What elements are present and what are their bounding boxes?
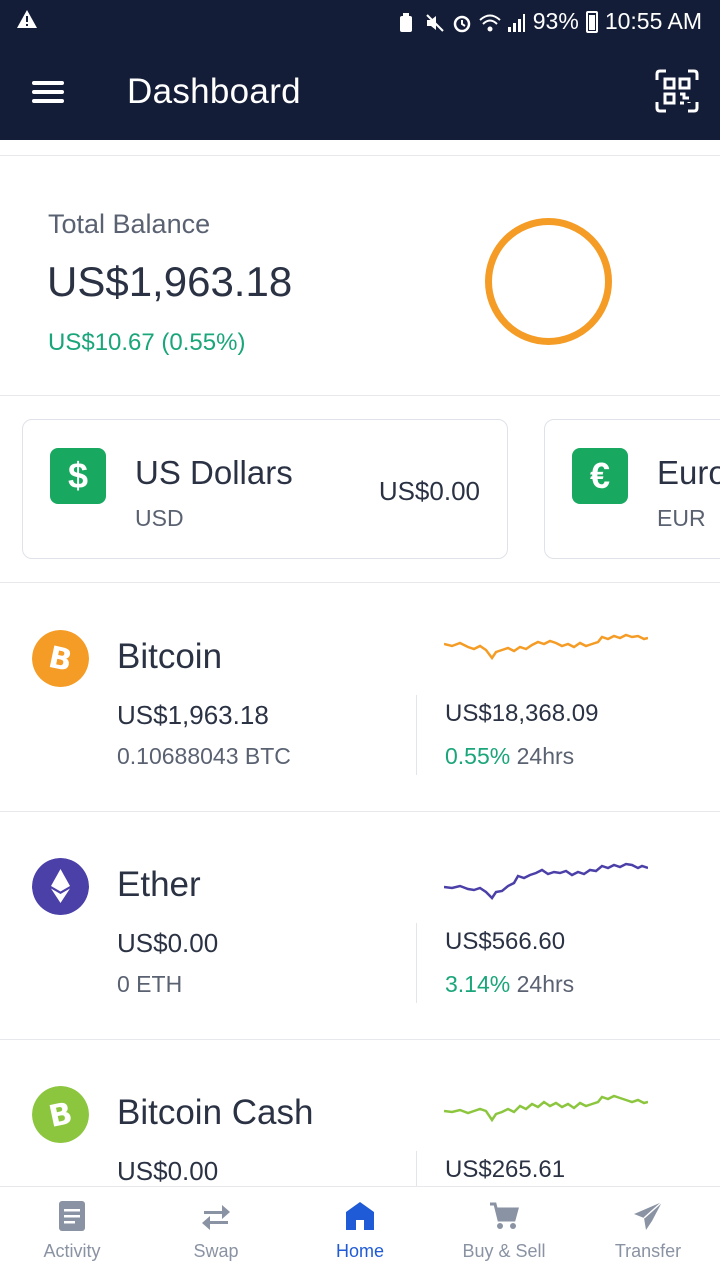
column-divider — [416, 923, 417, 1003]
bitcoin-icon: B — [32, 630, 89, 687]
wifi-icon — [479, 12, 501, 32]
change-period: 24hrs — [516, 743, 575, 769]
asset-name: Bitcoin — [117, 637, 223, 676]
swap-icon — [202, 1205, 230, 1230]
ether-icon — [32, 858, 89, 915]
send-icon — [634, 1201, 663, 1230]
nav-swap[interactable]: Swap — [144, 1187, 288, 1280]
fiat-code: EUR — [657, 505, 706, 531]
nav-label: Buy & Sell — [462, 1241, 546, 1261]
qr-code-icon[interactable] — [654, 68, 700, 114]
nav-label: Swap — [193, 1241, 239, 1261]
change-percent: 3.14% — [445, 971, 511, 997]
fiat-card-eur[interactable]: € Euro EUR — [544, 419, 720, 559]
signal-icon — [506, 12, 526, 32]
activity-icon — [59, 1201, 85, 1231]
change-period: 24hrs — [516, 971, 575, 997]
dollar-icon: $ — [50, 448, 106, 504]
euro-icon: € — [572, 448, 628, 504]
warning-icon — [16, 9, 38, 34]
nav-transfer[interactable]: Transfer — [576, 1187, 720, 1280]
fiat-name: US Dollars — [135, 454, 293, 491]
price-sparkline — [444, 1094, 648, 1123]
asset-change: 0.55% 24hrs — [445, 743, 574, 770]
fiat-name: Euro — [657, 454, 720, 491]
cart-icon — [490, 1202, 519, 1229]
fiat-amount: US$0.00 — [378, 476, 480, 506]
asset-change: 3.14% 24hrs — [445, 971, 574, 998]
asset-amount: 0 ETH — [117, 971, 183, 997]
asset-value: US$0.00 — [117, 1156, 219, 1186]
asset-amount: 0.10688043 BTC — [117, 743, 291, 769]
nav-label: Transfer — [614, 1241, 682, 1261]
nav-label: Home — [335, 1241, 384, 1261]
bottom-navigation: Activity Swap Home Buy & Sell Transfer — [0, 1186, 720, 1280]
asset-row-bitcoin[interactable]: B Bitcoin US$1,963.18 0.10688043 BTC US$… — [0, 583, 720, 812]
asset-value: US$1,963.18 — [117, 700, 269, 730]
asset-price: US$18,368.09 — [445, 700, 599, 727]
balance-change: US$10.67 (0.55%) — [48, 329, 246, 356]
mute-icon — [425, 12, 445, 32]
nav-label: Activity — [43, 1241, 101, 1261]
fiat-card-usd[interactable]: $ US Dollars USD US$0.00 — [22, 419, 508, 559]
bitcoin-cash-icon: B — [32, 1086, 89, 1143]
asset-name: Bitcoin Cash — [117, 1093, 314, 1132]
battery-percent: 93% — [532, 8, 579, 34]
alarm-icon — [452, 12, 472, 32]
total-balance-value: US$1,963.18 — [47, 258, 293, 305]
home-icon — [346, 1202, 374, 1230]
asset-name: Ether — [117, 865, 201, 904]
header-divider — [0, 140, 720, 156]
total-balance-label: Total Balance — [48, 209, 211, 239]
column-divider — [416, 695, 417, 775]
fiat-code: USD — [135, 505, 184, 531]
portfolio-ring-chart[interactable] — [483, 216, 614, 347]
nav-activity[interactable]: Activity — [0, 1187, 144, 1280]
asset-price: US$566.60 — [445, 928, 566, 955]
clock: 10:55 AM — [604, 8, 702, 34]
battery-icon — [585, 10, 598, 33]
asset-row-ether[interactable]: Ether US$0.00 0 ETH US$566.60 3.14% 24hr… — [0, 811, 720, 1040]
page-title: Dashboard — [127, 72, 301, 111]
price-sparkline — [444, 633, 648, 661]
asset-price: US$265.61 — [445, 1156, 566, 1183]
change-percent: 0.55% — [445, 743, 511, 769]
balance-summary: Total Balance US$1,963.18 US$10.67 (0.55… — [0, 156, 720, 396]
status-bar: 93% 10:55 AM — [0, 0, 720, 42]
nav-home[interactable]: Home — [288, 1187, 432, 1280]
price-sparkline — [444, 862, 648, 900]
nav-buy-sell[interactable]: Buy & Sell — [432, 1187, 576, 1280]
menu-icon[interactable] — [32, 79, 66, 105]
fiat-accounts: $ US Dollars USD US$0.00 € Euro EUR — [0, 396, 720, 583]
app-bar: Dashboard — [0, 42, 720, 140]
battery-saver-icon — [398, 12, 418, 32]
asset-value: US$0.00 — [117, 928, 219, 958]
